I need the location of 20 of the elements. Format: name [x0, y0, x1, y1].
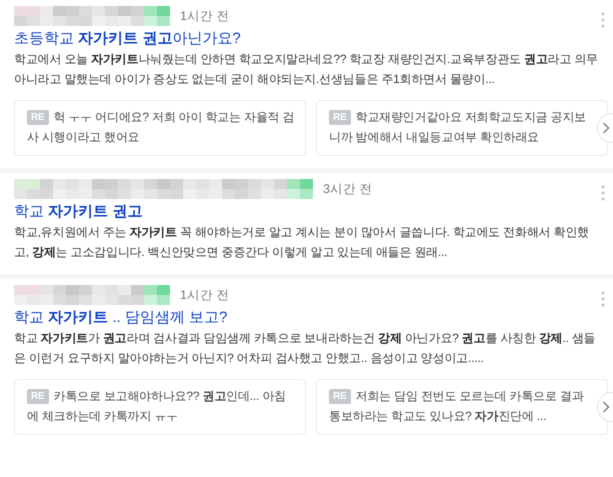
- post-time: 1시간 전: [180, 286, 230, 304]
- more-icon[interactable]: [601, 291, 605, 307]
- chevron-right-icon: [602, 401, 610, 413]
- post-time: 1시간 전: [180, 8, 230, 24]
- post-snippet: 학교,유치원에서 주는 자가키트 꼭 해야하는거로 알고 계시는 분이 많아서 글씁니다. 학교에도 전화해서 확인했고, 강제는 고소감입니다. 백신안맞으면 중증간다 이렇게 알고 있는데 애들은 원래...: [14, 224, 590, 261]
- post-snippet: 학교 자가키트가 권고라며 검사결과 담임샘께 카톡으로 보내라하는건 강제 아닌가요? 권고를 사칭한 강제.. 샘들은 이런거 요구하지 말아야하는거 아닌지? 어차피 검사했고 안했고.. 음성이고 양성이고.....: [14, 330, 596, 367]
- reply-card[interactable]: RE 카톡으로 보고해야하나요?? 권고인데... 아침에 체크하는데 카톡까지 ㅠㅜ: [14, 379, 306, 435]
- more-icon[interactable]: [601, 185, 605, 201]
- reply-card[interactable]: RE 헉 ㅜㅜ 어디에요? 저희 아이 학교는 자율적 검사 시행이라고 했어요: [14, 100, 306, 156]
- post-time: 3시간 전: [323, 180, 372, 198]
- post-title[interactable]: 학교 자가키트 권고: [14, 202, 142, 221]
- post-title[interactable]: 학교 자가키트 .. 담임샘께 보고?: [14, 308, 228, 327]
- chevron-right-icon: [602, 122, 610, 134]
- reply-badge: RE: [329, 389, 350, 404]
- more-icon[interactable]: [601, 12, 605, 28]
- reply-badge: RE: [329, 110, 350, 125]
- reply-badge: RE: [27, 389, 48, 404]
- post-snippet: 학교에서 오늘 자가키트나눠줬는데 안하면 학교오지말라네요?? 학교장 재량인건지.교육부장관도 권고라고 의무아니라고 말했는데 아이가 증상도 없는데 굳이 해야되는지.선생님들은 주1회하면서 물량이...: [14, 51, 599, 88]
- reply-badge: RE: [27, 110, 48, 125]
- post-title[interactable]: 초등학교 자가키트 권고아닌가요?: [14, 29, 241, 48]
